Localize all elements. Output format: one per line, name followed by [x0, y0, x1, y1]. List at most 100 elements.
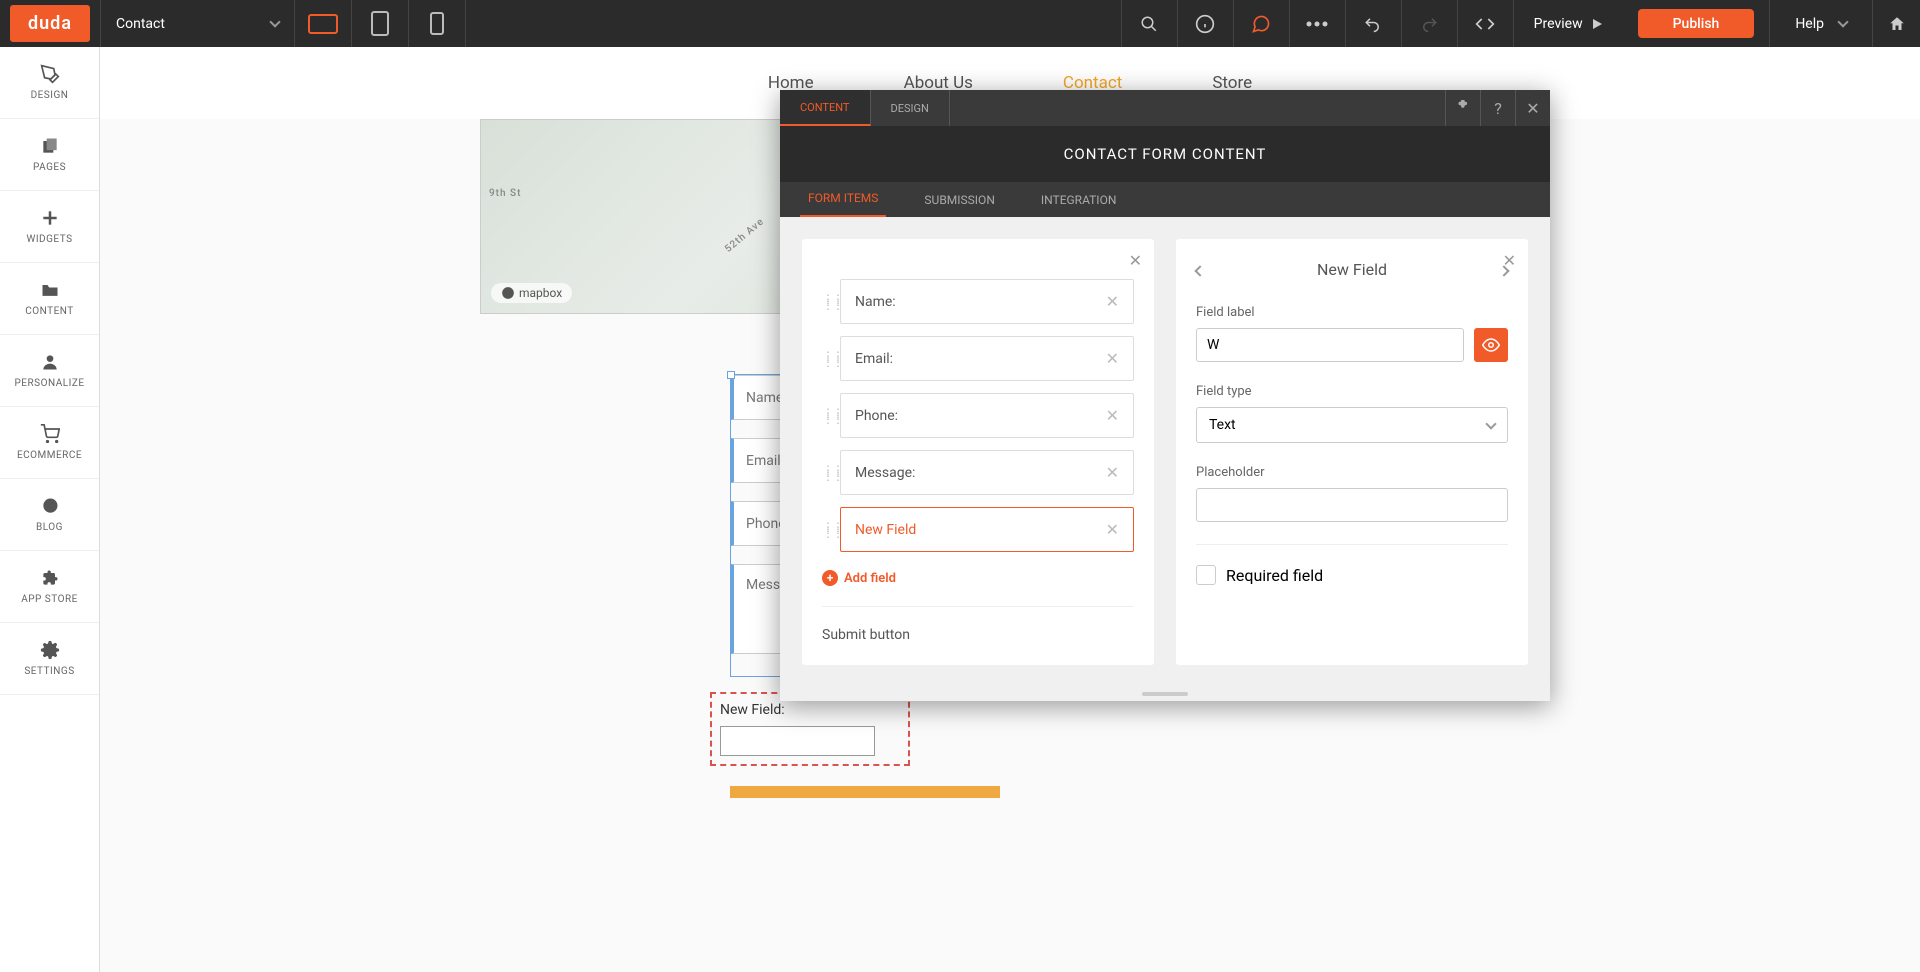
cart-icon — [40, 424, 60, 444]
field-type-value: Text — [1209, 417, 1236, 433]
sidebar-label: ECOMMERCE — [17, 450, 82, 461]
brand-logo[interactable]: duda — [10, 5, 90, 42]
subtab-submission[interactable]: SUBMISSION — [916, 183, 1002, 217]
field-item-label: Message: — [855, 465, 915, 481]
sidebar-label: PERSONALIZE — [15, 378, 85, 389]
map-street: 9th St — [489, 188, 521, 199]
sidebar-item-ecommerce[interactable]: ECOMMERCE — [0, 407, 99, 479]
field-label-input[interactable] — [1196, 328, 1464, 362]
panel-help-button[interactable]: ? — [1480, 90, 1515, 126]
dev-mode-button[interactable] — [1457, 0, 1513, 47]
panel-resize-handle[interactable] — [780, 687, 1550, 701]
remove-field-button[interactable]: ✕ — [1106, 292, 1119, 311]
map-street: 52th Ave — [723, 216, 766, 255]
desktop-icon — [308, 14, 338, 34]
search-button[interactable] — [1121, 0, 1177, 47]
panel-tab-design[interactable]: DESIGN — [871, 90, 950, 126]
more-icon — [1305, 21, 1329, 27]
field-item-label: Email: — [855, 351, 893, 367]
sidebar-label: BLOG — [36, 522, 63, 533]
sidebar-label: DESIGN — [31, 90, 69, 101]
eye-icon — [1482, 336, 1500, 354]
field-list-item[interactable]: ⋮⋮⋮⋮ Name:✕ — [822, 279, 1134, 324]
submit-button-preview[interactable] — [730, 786, 1000, 798]
device-desktop-button[interactable] — [295, 0, 352, 47]
placeholder-input[interactable] — [1196, 488, 1508, 522]
drag-handle-icon[interactable]: ⋮⋮⋮⋮ — [822, 524, 832, 536]
sidebar-item-design[interactable]: DESIGN — [0, 47, 99, 119]
new-field-preview-input[interactable] — [720, 726, 875, 756]
sidebar-item-pages[interactable]: PAGES — [0, 119, 99, 191]
remove-field-button[interactable]: ✕ — [1106, 349, 1119, 368]
field-detail-card: ✕ New Field Field label Field type Text — [1176, 239, 1528, 665]
more-button[interactable] — [1289, 0, 1345, 47]
plus-icon — [40, 208, 60, 228]
redo-button[interactable] — [1401, 0, 1457, 47]
sidebar-item-widgets[interactable]: WIDGETS — [0, 191, 99, 263]
drag-handle-icon[interactable]: ⋮⋮⋮⋮ — [822, 410, 832, 422]
sidebar-label: SETTINGS — [24, 666, 74, 677]
add-field-button[interactable]: + Add field — [822, 570, 1134, 586]
device-tablet-button[interactable] — [352, 0, 409, 47]
person-icon — [40, 352, 60, 372]
mobile-icon — [430, 12, 444, 35]
field-item-label: New Field — [855, 522, 916, 538]
search-icon — [1140, 15, 1158, 33]
subtab-form-items[interactable]: FORM ITEMS — [800, 181, 886, 217]
sidebar-item-content[interactable]: CONTENT — [0, 263, 99, 335]
sidebar-item-appstore[interactable]: APP STORE — [0, 551, 99, 623]
field-type-select[interactable]: Text — [1196, 407, 1508, 443]
mapbox-attribution[interactable]: mapbox — [491, 283, 572, 303]
new-field-preview[interactable]: New Field: — [710, 692, 910, 766]
field-list-item-active[interactable]: ⋮⋮⋮⋮ New Field ✕ — [822, 507, 1134, 552]
visibility-toggle-button[interactable] — [1474, 328, 1508, 362]
gear-icon — [40, 640, 60, 660]
sidebar-item-personalize[interactable]: PERSONALIZE — [0, 335, 99, 407]
panel-tab-content[interactable]: CONTENT — [780, 90, 871, 126]
resize-handle[interactable] — [727, 371, 735, 379]
required-label: Required field — [1226, 566, 1323, 585]
chevron-down-icon — [1837, 16, 1848, 27]
card-close-button[interactable]: ✕ — [1129, 251, 1142, 270]
help-button[interactable]: Help — [1769, 0, 1872, 47]
remove-field-button[interactable]: ✕ — [1106, 406, 1119, 425]
field-item-label: Phone: — [855, 408, 898, 424]
required-checkbox[interactable] — [1196, 565, 1216, 585]
home-button[interactable] — [1872, 0, 1920, 47]
publish-button[interactable]: Publish — [1638, 9, 1755, 38]
chat-icon — [40, 496, 60, 516]
sidebar-item-blog[interactable]: BLOG — [0, 479, 99, 551]
mapbox-label: mapbox — [519, 286, 562, 300]
info-button[interactable] — [1177, 0, 1233, 47]
subtab-integration[interactable]: INTEGRATION — [1033, 183, 1125, 217]
field-list-item[interactable]: ⋮⋮⋮⋮ Email: ✕ — [822, 336, 1134, 381]
panel-close-button[interactable]: ✕ — [1515, 90, 1550, 126]
panel-title: CONTACT FORM CONTENT — [780, 126, 1550, 182]
panel-settings-button[interactable] — [1445, 90, 1480, 126]
undo-icon — [1364, 15, 1382, 33]
drag-handle-icon[interactable]: ⋮⋮⋮⋮ — [822, 353, 832, 365]
folder-icon — [40, 280, 60, 300]
preview-button[interactable]: Preview — [1513, 0, 1623, 47]
page-selector[interactable]: Contact — [100, 0, 295, 47]
sidebar-label: CONTENT — [25, 306, 74, 317]
field-list-item[interactable]: ⋮⋮⋮⋮ Message: ✕ — [822, 450, 1134, 495]
comment-button[interactable] — [1233, 0, 1289, 47]
gear-icon — [1455, 100, 1471, 116]
drag-handle-icon[interactable]: ⋮⋮⋮⋮ — [822, 467, 832, 479]
drag-handle-icon[interactable]: ⋮⋮⋮⋮ — [822, 296, 832, 308]
plus-circle-icon: + — [822, 570, 838, 586]
prev-field-button[interactable] — [1196, 259, 1204, 280]
pages-icon — [40, 136, 60, 156]
undo-button[interactable] — [1345, 0, 1401, 47]
chevron-down-icon — [269, 16, 280, 27]
device-mobile-button[interactable] — [409, 0, 466, 47]
field-list-item[interactable]: ⋮⋮⋮⋮ Phone: ✕ — [822, 393, 1134, 438]
submit-button-row[interactable]: Submit button — [822, 627, 1134, 643]
chevron-down-icon — [1485, 418, 1496, 429]
remove-field-button[interactable]: ✕ — [1106, 463, 1119, 482]
remove-field-button[interactable]: ✕ — [1106, 520, 1119, 539]
field-type-label: Field type — [1196, 384, 1508, 399]
sidebar-label: APP STORE — [21, 594, 78, 605]
sidebar-item-settings[interactable]: SETTINGS — [0, 623, 99, 695]
